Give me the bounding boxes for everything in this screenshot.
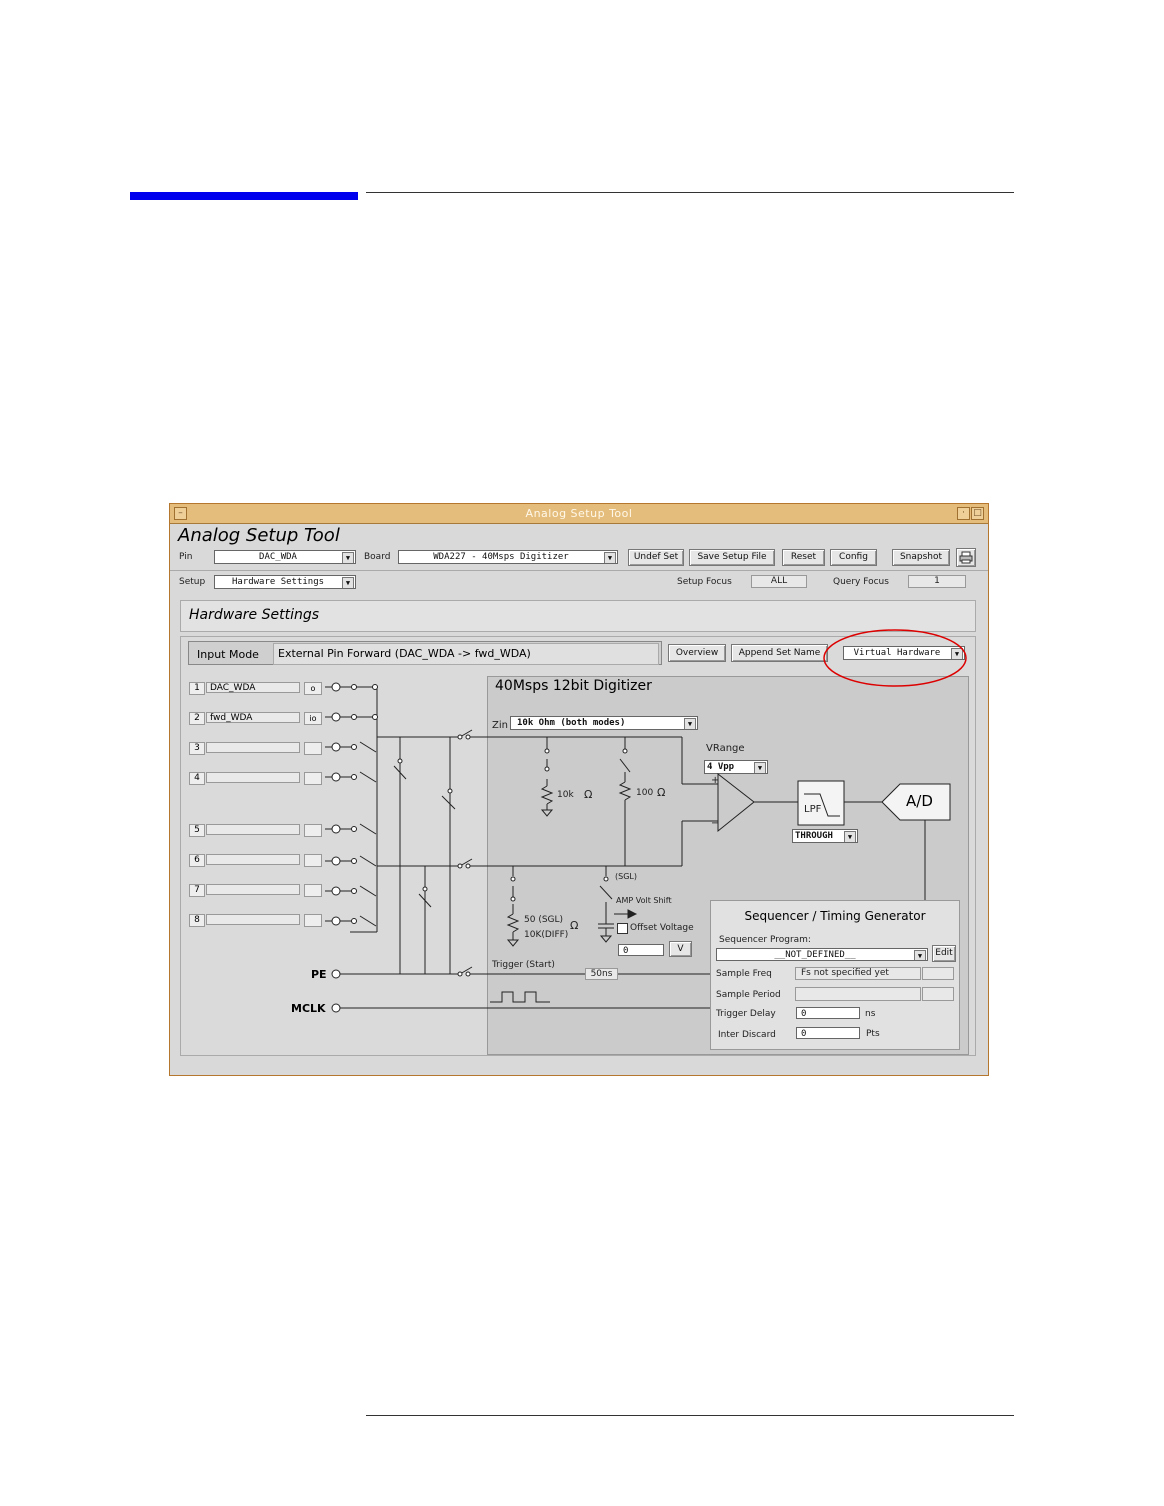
sample-freq-field: Fs not specified yet bbox=[795, 967, 921, 980]
inter-discard-unit: Pts bbox=[866, 1029, 880, 1039]
offset-voltage-label: Offset Voltage bbox=[630, 923, 694, 933]
sample-period-unit bbox=[922, 987, 954, 1001]
sequencer-title: Sequencer / Timing Generator bbox=[744, 909, 926, 923]
sgl-label: (SGL) bbox=[615, 872, 637, 881]
trigger-delay-label: Trigger Delay bbox=[716, 1009, 776, 1019]
inter-discard-input[interactable]: 0 bbox=[796, 1027, 860, 1039]
inter-discard-label: Inter Discard bbox=[718, 1030, 776, 1040]
mclk-label: MCLK bbox=[291, 1002, 326, 1015]
sample-period-field bbox=[795, 987, 921, 1001]
amp-volt-shift-label: AMP Volt Shift bbox=[616, 896, 672, 905]
resistor-100-label: 100 bbox=[636, 788, 654, 798]
ad-converter-label: A/D bbox=[906, 792, 933, 810]
resistor-10k-diff-label: 10K(DIFF) bbox=[524, 930, 569, 940]
trigger-delay-field: 50ns bbox=[585, 968, 618, 980]
resistor-50-label: 50 (SGL) bbox=[524, 915, 564, 925]
highlight-ellipse bbox=[823, 629, 967, 687]
lpf-label: LPF bbox=[804, 804, 822, 815]
trigger-delay-input[interactable]: 0 bbox=[796, 1007, 860, 1019]
minus-sign: − bbox=[711, 818, 720, 829]
offset-voltage-checkbox[interactable] bbox=[617, 923, 628, 934]
trigger-label: Trigger (Start) bbox=[492, 960, 555, 970]
ohm-symbol: Ω bbox=[657, 786, 666, 799]
resistor-10k-label: 10k bbox=[557, 790, 574, 800]
header-rule bbox=[366, 192, 1014, 193]
edit-program-button[interactable]: Edit bbox=[932, 945, 956, 962]
analog-setup-window: – Analog Setup Tool · □ Analog Setup Too… bbox=[169, 503, 989, 1076]
sequencer-program-select[interactable]: __NOT_DEFINED__ ▼ bbox=[716, 948, 928, 961]
trigger-delay-unit: ns bbox=[865, 1009, 876, 1019]
ohm-symbol: Ω bbox=[570, 919, 579, 932]
offset-unit-button[interactable]: V bbox=[669, 941, 692, 957]
sample-period-label: Sample Period bbox=[716, 990, 781, 1000]
plus-sign: + bbox=[711, 775, 720, 786]
section-marker-bar bbox=[130, 192, 358, 200]
sample-freq-unit bbox=[922, 967, 954, 980]
ohm-symbol: Ω bbox=[584, 788, 593, 801]
sequencer-program-label: Sequencer Program: bbox=[719, 935, 811, 945]
offset-voltage-input[interactable]: 0 bbox=[618, 944, 664, 956]
chevron-down-icon: ▼ bbox=[914, 950, 926, 960]
sample-freq-label: Sample Freq bbox=[716, 969, 772, 979]
pe-label: PE bbox=[311, 968, 327, 981]
footer-rule bbox=[366, 1415, 1014, 1416]
